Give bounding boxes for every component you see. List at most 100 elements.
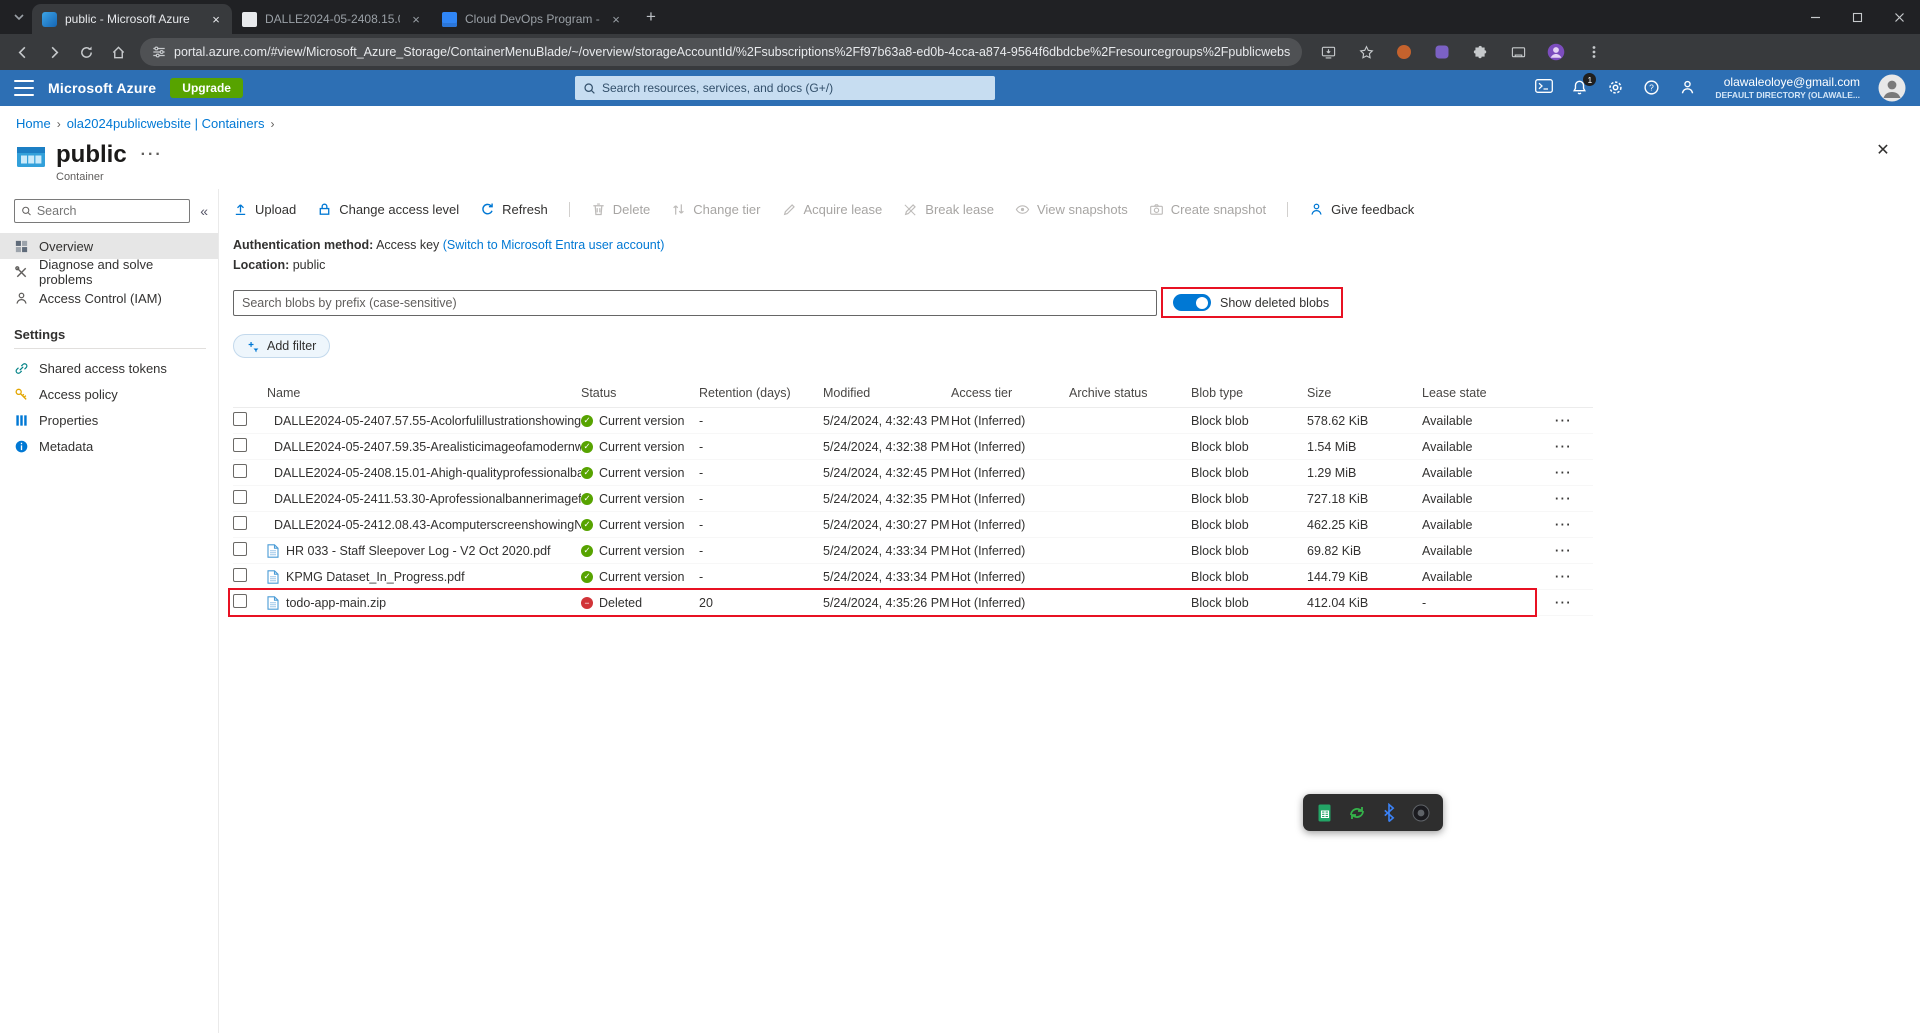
sidebar-item[interactable]: Overview: [0, 233, 218, 259]
extension-purple-icon[interactable]: [1428, 38, 1456, 66]
sheets-icon[interactable]: [1315, 803, 1335, 823]
profile-avatar[interactable]: [1542, 38, 1570, 66]
home-button[interactable]: [104, 38, 132, 66]
browser-menu-icon[interactable]: [1580, 38, 1608, 66]
command-button[interactable]: Delete: [568, 201, 650, 217]
row-menu-icon[interactable]: [1534, 544, 1586, 558]
switch-auth-link[interactable]: (Switch to Microsoft Entra user account): [443, 238, 665, 252]
command-button[interactable]: Acquire lease: [782, 202, 882, 217]
command-button[interactable]: Give feedback: [1287, 201, 1414, 217]
blob-name[interactable]: DALLE2024-05-2408.15.01-Ahigh-qualitypro…: [274, 466, 581, 480]
maximize-button[interactable]: [1836, 0, 1878, 34]
app-icon[interactable]: [1411, 803, 1431, 823]
table-row[interactable]: HR 033 - Staff Sleepover Log - V2 Oct 20…: [233, 538, 1593, 564]
blob-name[interactable]: DALLE2024-05-2411.53.30-Aprofessionalban…: [274, 492, 581, 506]
sidebar-search[interactable]: [14, 199, 191, 223]
sidebar-search-input[interactable]: [36, 204, 184, 218]
sidebar-item[interactable]: Metadata: [0, 433, 218, 459]
cloud-shell-icon[interactable]: [1535, 79, 1554, 97]
row-checkbox[interactable]: [233, 438, 247, 452]
table-row[interactable]: DALLE2024-05-2407.57.55-Acolorfulillustr…: [233, 408, 1593, 434]
table-row[interactable]: DALLE2024-05-2412.08.43-Acomputerscreens…: [233, 512, 1593, 538]
settings-gear-icon[interactable]: [1607, 79, 1625, 97]
table-row[interactable]: DALLE2024-05-2408.15.01-Ahigh-qualitypro…: [233, 460, 1593, 486]
address-bar[interactable]: portal.azure.com/#view/Microsoft_Azure_S…: [140, 38, 1302, 66]
add-filter-button[interactable]: Add filter: [233, 334, 331, 358]
bluetooth-icon[interactable]: [1379, 802, 1399, 823]
bookmark-star-icon[interactable]: [1352, 38, 1380, 66]
blob-name[interactable]: HR 033 - Staff Sleepover Log - V2 Oct 20…: [286, 544, 551, 558]
feedback-person-icon[interactable]: [1679, 79, 1697, 97]
tab-search-button[interactable]: [6, 4, 32, 30]
row-checkbox[interactable]: [233, 464, 247, 478]
tab-close-icon[interactable]: [408, 11, 424, 27]
new-tab-button[interactable]: [638, 4, 664, 30]
global-search-input[interactable]: [602, 81, 987, 95]
row-menu-icon[interactable]: [1534, 440, 1586, 454]
row-menu-icon[interactable]: [1534, 492, 1586, 506]
azure-brand[interactable]: Microsoft Azure: [48, 80, 156, 96]
blob-name[interactable]: DALLE2024-05-2407.57.55-Acolorfulillustr…: [274, 414, 581, 428]
table-row[interactable]: DALLE2024-05-2411.53.30-Aprofessionalban…: [233, 486, 1593, 512]
breadcrumb-container[interactable]: ola2024publicwebsite | Containers: [67, 116, 265, 131]
show-deleted-toggle[interactable]: [1173, 294, 1211, 311]
tab-close-icon[interactable]: [608, 11, 624, 27]
blob-name[interactable]: todo-app-main.zip: [286, 596, 386, 610]
page-more-icon[interactable]: [141, 146, 163, 164]
row-checkbox[interactable]: [233, 516, 247, 530]
sidebar-item[interactable]: Diagnose and solve problems: [0, 257, 218, 287]
browser-tab[interactable]: Cloud DevOps Program - May: [432, 4, 632, 34]
extensions-puzzle-icon[interactable]: [1466, 38, 1494, 66]
sidebar-item[interactable]: Shared access tokens: [0, 355, 218, 381]
row-checkbox[interactable]: [233, 542, 247, 556]
row-checkbox[interactable]: [233, 568, 247, 582]
browser-tab[interactable]: public - Microsoft Azure: [32, 4, 232, 34]
portal-menu-icon[interactable]: [14, 80, 34, 96]
account-menu[interactable]: olawaleoloye@gmail.com DEFAULT DIRECTORY…: [1715, 75, 1860, 101]
close-window-button[interactable]: [1878, 0, 1920, 34]
blob-name[interactable]: DALLE2024-05-2407.59.35-Arealisticimageo…: [274, 440, 581, 454]
account-avatar[interactable]: [1878, 74, 1906, 102]
sidebar-collapse-icon[interactable]: [200, 203, 208, 219]
table-row[interactable]: DALLE2024-05-2407.59.35-Arealisticimageo…: [233, 434, 1593, 460]
extension-orange-icon[interactable]: [1390, 38, 1418, 66]
upgrade-button[interactable]: Upgrade: [170, 78, 243, 98]
table-row[interactable]: KPMG Dataset_In_Progress.pdf Current ver…: [233, 564, 1593, 590]
forward-button[interactable]: [40, 38, 68, 66]
blob-name[interactable]: DALLE2024-05-2412.08.43-Acomputerscreens…: [274, 518, 581, 532]
row-menu-icon[interactable]: [1534, 596, 1586, 610]
sidebar-item[interactable]: Access policy: [0, 381, 218, 407]
breadcrumb-home[interactable]: Home: [16, 116, 51, 131]
command-button[interactable]: Create snapshot: [1149, 202, 1266, 217]
back-button[interactable]: [8, 38, 36, 66]
install-app-icon[interactable]: [1314, 38, 1342, 66]
cast-icon[interactable]: [1504, 38, 1532, 66]
blob-search-input[interactable]: [233, 289, 1157, 316]
global-search[interactable]: [575, 76, 995, 100]
sidebar-item[interactable]: Properties: [0, 407, 218, 433]
reload-button[interactable]: [72, 38, 100, 66]
row-menu-icon[interactable]: [1534, 414, 1586, 428]
row-menu-icon[interactable]: [1534, 466, 1586, 480]
command-button[interactable]: Break lease: [903, 202, 994, 217]
notifications-bell-icon[interactable]: 1: [1571, 73, 1597, 97]
command-button[interactable]: View snapshots: [1015, 202, 1128, 217]
row-menu-icon[interactable]: [1534, 570, 1586, 584]
sidebar-item[interactable]: Access Control (IAM): [0, 285, 218, 311]
command-button[interactable]: Upload: [233, 202, 296, 217]
command-button[interactable]: Refresh: [480, 202, 548, 217]
browser-tab[interactable]: DALLE2024-05-2408.15.01-Ahig...: [232, 4, 432, 34]
tab-close-icon[interactable]: [208, 11, 224, 27]
row-checkbox[interactable]: [233, 412, 247, 426]
command-button[interactable]: Change access level: [317, 202, 459, 217]
share-icon[interactable]: [1347, 803, 1367, 823]
blade-close-icon[interactable]: [1872, 139, 1894, 161]
tune-icon[interactable]: [152, 45, 166, 59]
row-menu-icon[interactable]: [1534, 518, 1586, 532]
command-button[interactable]: Change tier: [671, 202, 761, 217]
row-checkbox[interactable]: [233, 594, 247, 608]
blob-name[interactable]: KPMG Dataset_In_Progress.pdf: [286, 570, 465, 584]
help-icon[interactable]: ?: [1643, 79, 1661, 97]
row-checkbox[interactable]: [233, 490, 247, 504]
table-row[interactable]: todo-app-main.zip Deleted 20 5/24/2024, …: [228, 588, 1593, 617]
